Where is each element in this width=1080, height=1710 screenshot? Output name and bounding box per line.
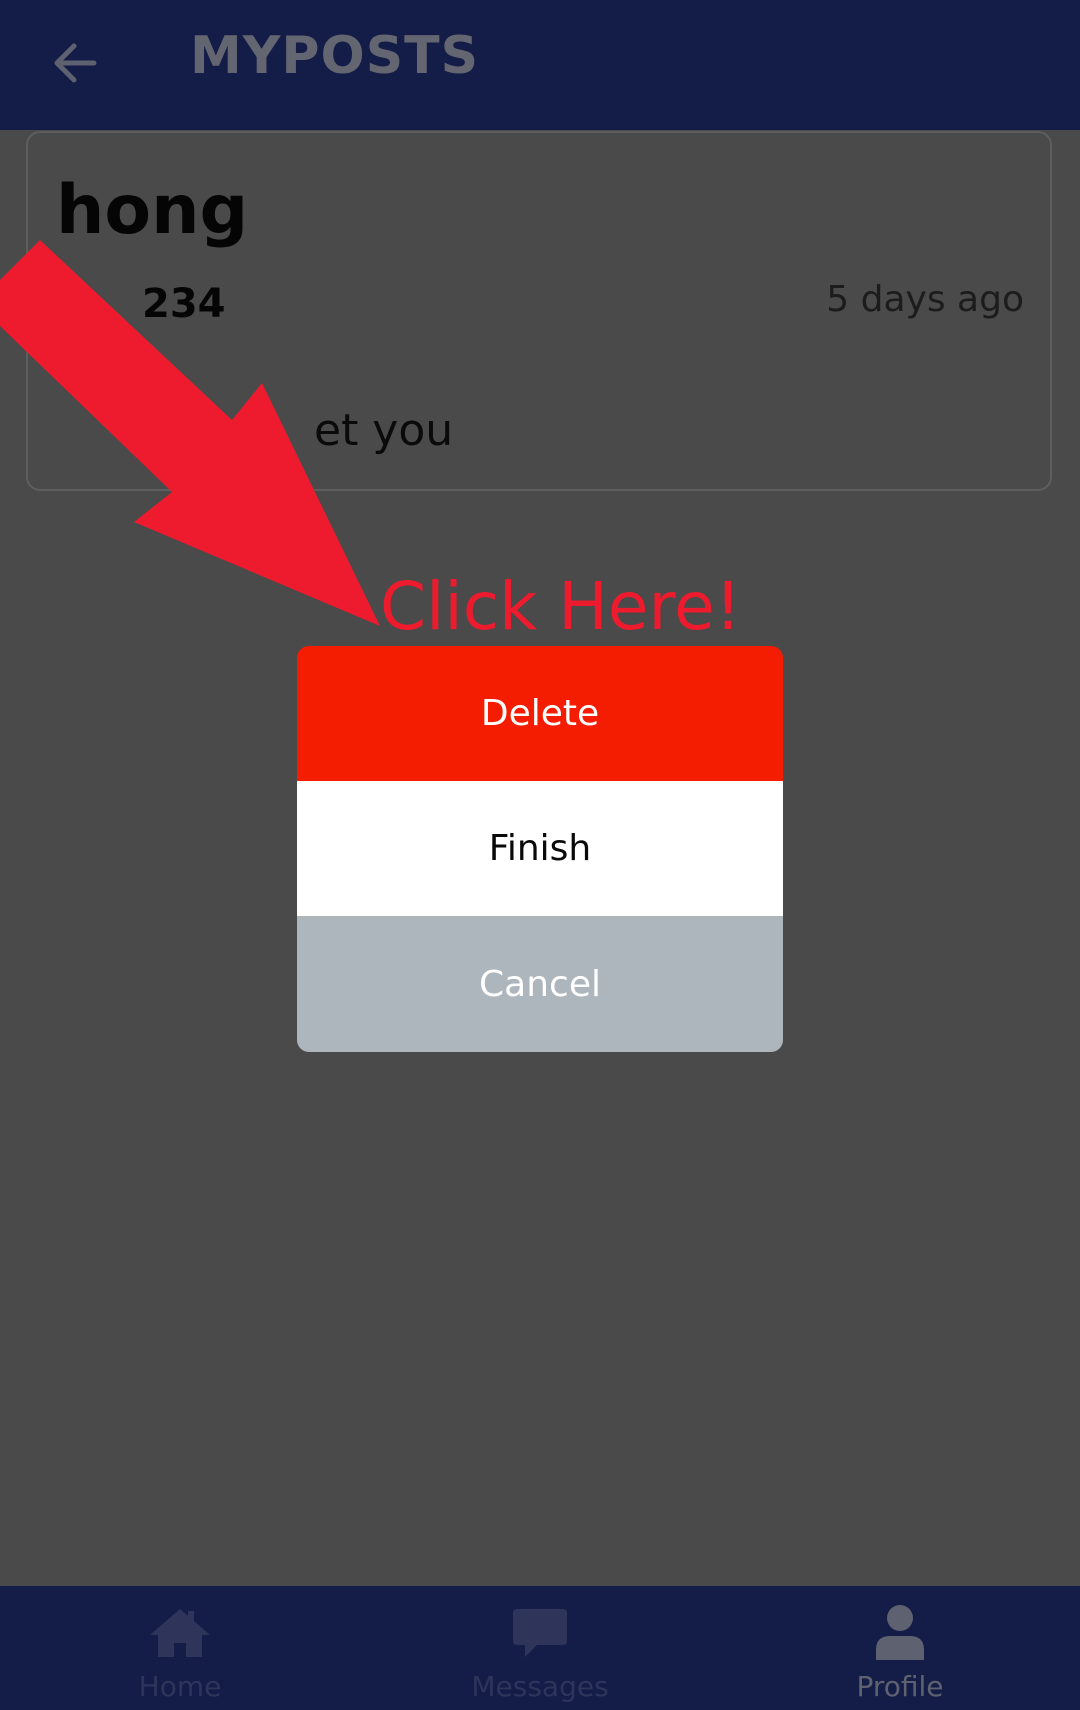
nav-label-profile: Profile — [856, 1670, 944, 1703]
nav-item-profile[interactable]: Profile — [720, 1586, 1080, 1710]
top-app-bar: MYPOSTS — [0, 0, 1080, 130]
arrow-left-icon — [54, 43, 97, 83]
home-icon — [150, 1609, 210, 1657]
nav-item-messages[interactable]: Messages — [360, 1586, 720, 1710]
post-timestamp: 5 days ago — [826, 279, 1024, 320]
user-icon — [876, 1605, 924, 1660]
bottom-navigation: Home Messages Profile — [0, 1586, 1080, 1710]
cancel-button[interactable]: Cancel — [297, 916, 783, 1052]
post-author: hong — [56, 171, 249, 250]
back-button[interactable] — [40, 28, 110, 98]
annotation-label: Click Here! — [380, 568, 742, 645]
chat-bubble-icon — [513, 1609, 567, 1657]
action-dialog: Delete Finish Cancel — [297, 646, 783, 1052]
page-title: MYPOSTS — [190, 26, 480, 86]
nav-label-home: Home — [138, 1670, 222, 1703]
finish-button[interactable]: Finish — [297, 781, 783, 916]
nav-label-messages: Messages — [471, 1670, 609, 1703]
annotation-arrow-icon — [0, 240, 380, 626]
delete-button[interactable]: Delete — [297, 646, 783, 781]
nav-item-home[interactable]: Home — [0, 1586, 360, 1710]
